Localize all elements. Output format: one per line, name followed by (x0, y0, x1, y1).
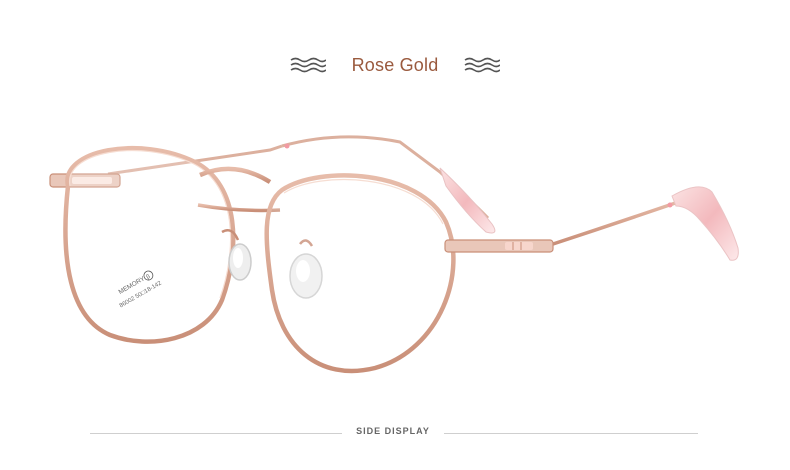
footer: SIDE DISPLAY (0, 422, 790, 444)
eyeglasses-image: MEMORY β 86002 50□18-142 (49, 135, 739, 374)
right-lens-rim (264, 173, 456, 374)
right-hinge (444, 239, 554, 253)
footer-divider-right (444, 433, 698, 434)
left-lens-rim (63, 145, 236, 344)
near-temple (552, 186, 739, 261)
side-display-label: SIDE DISPLAY (356, 426, 430, 436)
footer-divider-left (90, 433, 342, 434)
